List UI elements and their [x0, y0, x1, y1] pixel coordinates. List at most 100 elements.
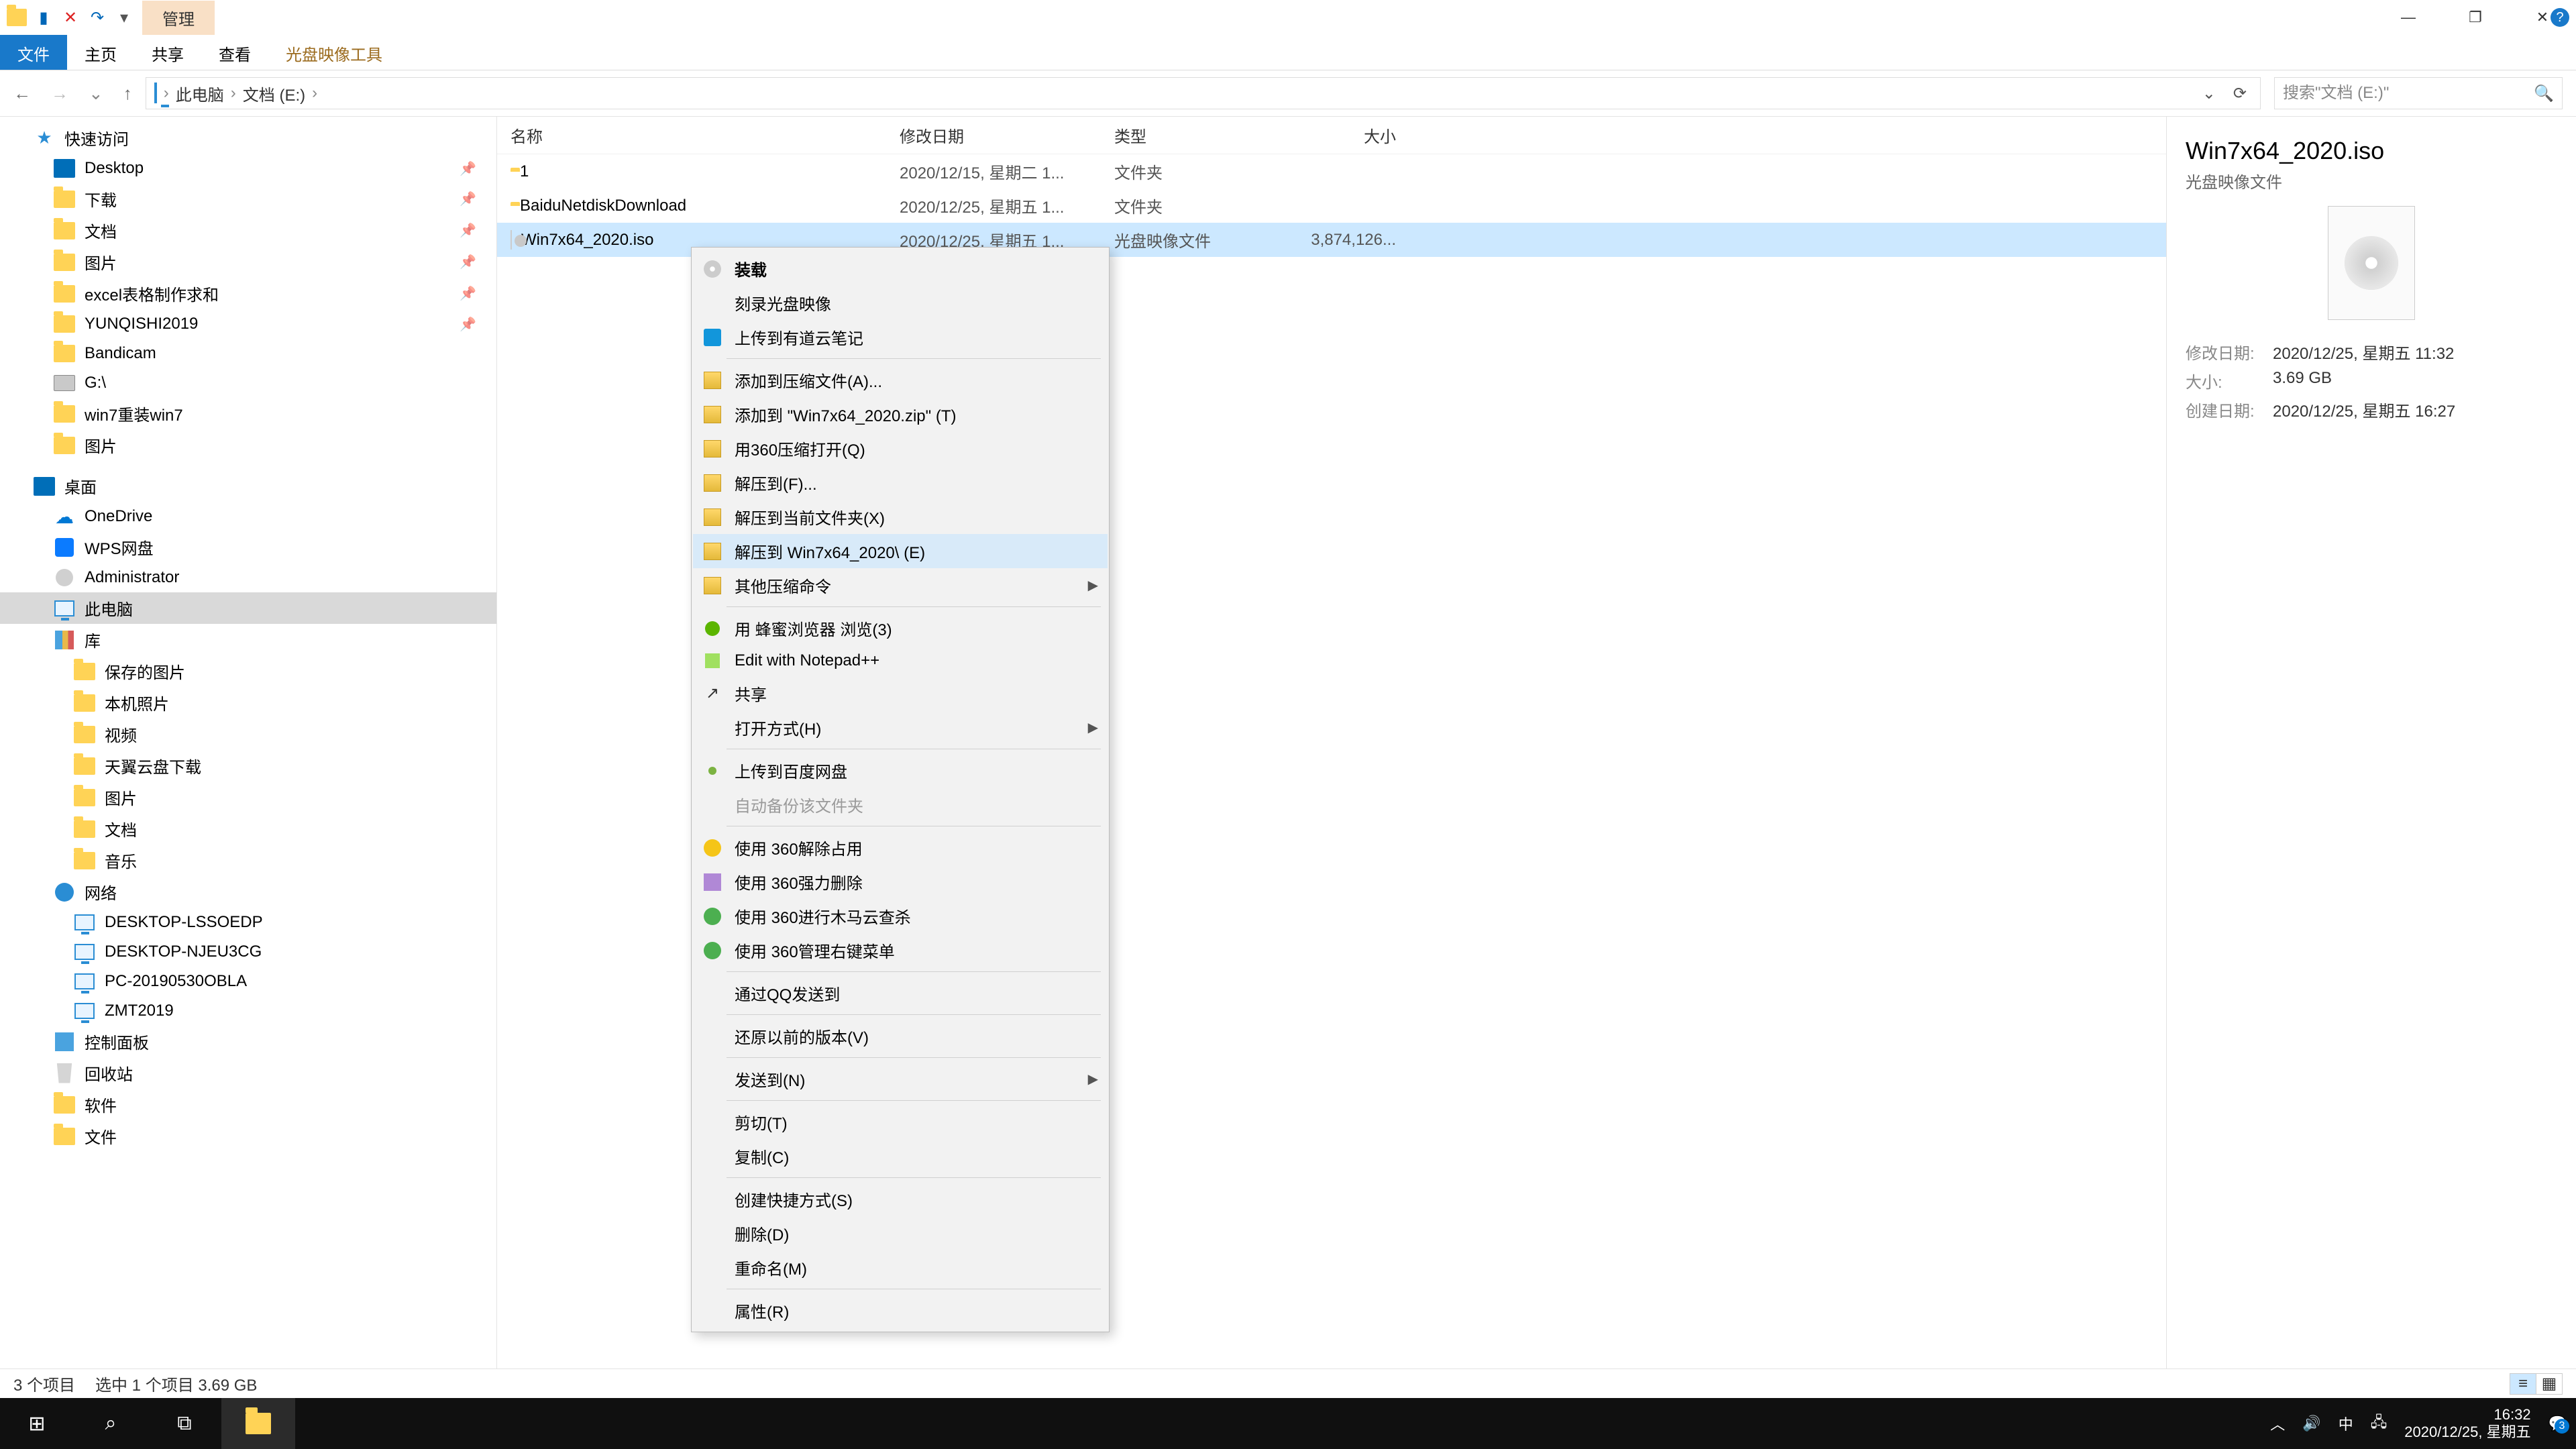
col-name[interactable]: 名称: [511, 123, 900, 147]
search-icon[interactable]: 🔍: [2534, 84, 2554, 103]
menu-item[interactable]: 重命名(M): [693, 1250, 1108, 1285]
tree-item[interactable]: 音乐: [0, 845, 496, 876]
maximize-button[interactable]: ❐: [2442, 0, 2509, 35]
menu-item[interactable]: 解压到当前文件夹(X): [693, 500, 1108, 534]
tree-item[interactable]: G:\: [0, 368, 496, 398]
search-input[interactable]: [2283, 84, 2518, 103]
tree-item[interactable]: 天翼云盘下载: [0, 750, 496, 782]
tree-item[interactable]: Desktop📌: [0, 154, 496, 183]
tree-item[interactable]: 桌面: [0, 470, 496, 502]
tree-item[interactable]: WPS网盘: [0, 531, 496, 563]
back-button[interactable]: ←: [13, 83, 31, 104]
menu-item[interactable]: 解压到(F)...: [693, 466, 1108, 500]
tree-item[interactable]: 软件: [0, 1089, 496, 1120]
crumb-e-drive[interactable]: 文档 (E:): [243, 82, 305, 105]
menu-item[interactable]: 使用 360解除占用: [693, 830, 1108, 865]
clock[interactable]: 16:32 2020/12/25, 星期五: [2404, 1406, 2530, 1442]
tree-item[interactable]: Administrator: [0, 563, 496, 592]
menu-item[interactable]: ↗共享: [693, 676, 1108, 710]
view-icons-button[interactable]: ▦: [2536, 1373, 2563, 1395]
tree-item[interactable]: 文件: [0, 1120, 496, 1152]
tree-item[interactable]: 库: [0, 624, 496, 655]
forward-button[interactable]: →: [51, 83, 68, 104]
tab-file[interactable]: 文件: [0, 35, 67, 70]
help-button[interactable]: ?: [2551, 8, 2569, 27]
menu-item[interactable]: 装载: [693, 252, 1108, 286]
view-details-button[interactable]: ≡: [2510, 1373, 2536, 1395]
menu-item[interactable]: 用 蜂蜜浏览器 浏览(3): [693, 611, 1108, 645]
menu-item[interactable]: 用360压缩打开(Q): [693, 431, 1108, 466]
menu-item[interactable]: 复制(C): [693, 1139, 1108, 1173]
menu-item[interactable]: Edit with Notepad++: [693, 645, 1108, 676]
search-box[interactable]: 🔍: [2274, 77, 2563, 109]
tab-share[interactable]: 共享: [134, 35, 201, 70]
menu-item[interactable]: 通过QQ发送到: [693, 976, 1108, 1010]
volume-icon[interactable]: 🔊: [2302, 1415, 2320, 1432]
tree-item[interactable]: 文档📌: [0, 215, 496, 246]
col-size[interactable]: 大小: [1302, 123, 1423, 147]
unpin-icon[interactable]: ✕: [60, 7, 80, 28]
tree-item[interactable]: 文档: [0, 813, 496, 845]
tree-item[interactable]: win7重装win7: [0, 398, 496, 429]
tree-item[interactable]: YUNQISHI2019📌: [0, 309, 496, 339]
save-icon[interactable]: ▮: [34, 7, 54, 28]
file-row[interactable]: BaiduNetdiskDownload2020/12/25, 星期五 1...…: [497, 189, 2166, 223]
tree-item[interactable]: DESKTOP-NJEU3CG: [0, 937, 496, 967]
search-button[interactable]: ⌕: [74, 1398, 148, 1449]
menu-item[interactable]: 解压到 Win7x64_2020\ (E): [693, 534, 1108, 568]
start-button[interactable]: ⊞: [0, 1398, 74, 1449]
menu-item[interactable]: 发送到(N)▶: [693, 1062, 1108, 1096]
menu-item[interactable]: 还原以前的版本(V): [693, 1019, 1108, 1053]
tray-chevron-icon[interactable]: ︿: [2270, 1413, 2285, 1434]
menu-item[interactable]: 删除(D): [693, 1216, 1108, 1250]
menu-item[interactable]: 剪切(T): [693, 1105, 1108, 1139]
file-row[interactable]: 12020/12/15, 星期二 1...文件夹: [497, 154, 2166, 189]
tree-item[interactable]: ☁OneDrive: [0, 502, 496, 531]
tree-item[interactable]: 此电脑: [0, 592, 496, 624]
tree-item[interactable]: PC-20190530OBLA: [0, 967, 496, 996]
tree-item[interactable]: 下载📌: [0, 183, 496, 215]
tree-item[interactable]: excel表格制作求和📌: [0, 278, 496, 309]
tree-item[interactable]: 图片: [0, 782, 496, 813]
network-icon[interactable]: 🖧: [2371, 1411, 2387, 1436]
task-view-button[interactable]: ⧉: [148, 1398, 221, 1449]
addr-dropdown[interactable]: ⌄: [2197, 84, 2221, 103]
tree-item[interactable]: Bandicam: [0, 339, 496, 368]
menu-item[interactable]: 属性(R): [693, 1293, 1108, 1328]
tab-view[interactable]: 查看: [201, 35, 268, 70]
col-date[interactable]: 修改日期: [900, 123, 1114, 147]
redo-icon[interactable]: ↷: [87, 7, 107, 28]
menu-item[interactable]: 使用 360强力删除: [693, 865, 1108, 899]
action-center-icon[interactable]: 💬: [2548, 1415, 2567, 1432]
file-explorer-taskbar-button[interactable]: [221, 1398, 295, 1449]
menu-item[interactable]: 打开方式(H)▶: [693, 710, 1108, 745]
menu-item[interactable]: 创建快捷方式(S): [693, 1182, 1108, 1216]
menu-item[interactable]: 刻录光盘映像: [693, 286, 1108, 320]
tree-item[interactable]: 控制面板: [0, 1026, 496, 1057]
tree-item[interactable]: 保存的图片: [0, 655, 496, 687]
crumb-this-pc[interactable]: 此电脑: [176, 82, 224, 105]
tree-item[interactable]: 图片📌: [0, 246, 496, 278]
refresh-button[interactable]: ⟳: [2228, 84, 2252, 103]
menu-item[interactable]: 上传到百度网盘: [693, 753, 1108, 788]
menu-item[interactable]: 使用 360管理右键菜单: [693, 933, 1108, 967]
menu-item[interactable]: 添加到 "Win7x64_2020.zip" (T): [693, 397, 1108, 431]
menu-item[interactable]: 使用 360进行木马云查杀: [693, 899, 1108, 933]
tree-item[interactable]: 网络: [0, 876, 496, 908]
tree-item[interactable]: ZMT2019: [0, 996, 496, 1026]
ime-icon[interactable]: 中: [2339, 1413, 2353, 1434]
tree-item[interactable]: 图片: [0, 429, 496, 461]
tree-item[interactable]: 本机照片: [0, 687, 496, 718]
qat-dropdown-icon[interactable]: ▾: [114, 7, 134, 28]
menu-item[interactable]: 其他压缩命令▶: [693, 568, 1108, 602]
tab-home[interactable]: 主页: [67, 35, 134, 70]
up-button[interactable]: ↑: [123, 83, 132, 104]
breadcrumb[interactable]: › 此电脑 › 文档 (E:) › ⌄ ⟳: [146, 77, 2261, 109]
recent-dropdown[interactable]: ⌄: [89, 83, 103, 104]
tree-item[interactable]: ★快速访问: [0, 122, 496, 154]
tab-disc-tools[interactable]: 光盘映像工具: [268, 35, 400, 70]
minimize-button[interactable]: —: [2375, 0, 2442, 35]
menu-item[interactable]: 添加到压缩文件(A)...: [693, 363, 1108, 397]
tree-item[interactable]: DESKTOP-LSSOEDP: [0, 908, 496, 937]
column-headers[interactable]: 名称 修改日期 类型 大小: [497, 117, 2166, 154]
